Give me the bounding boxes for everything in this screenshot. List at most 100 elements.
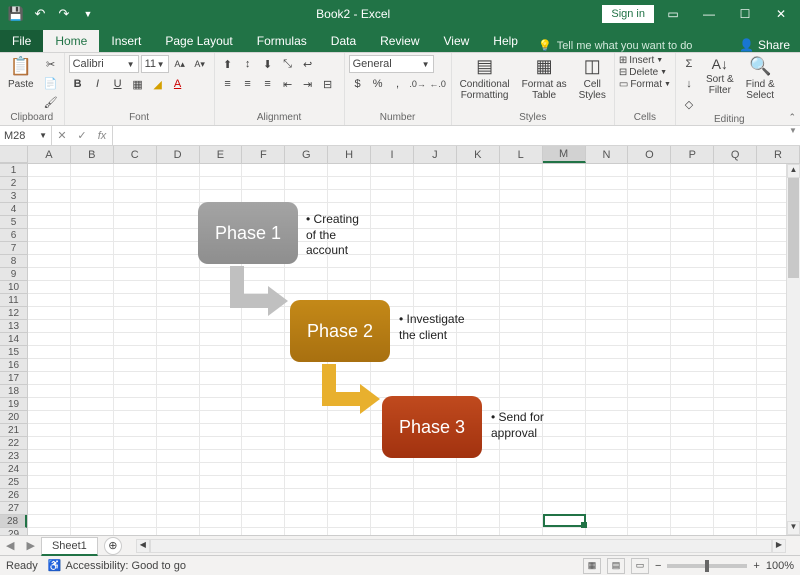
row-header[interactable]: 16 [0, 359, 27, 372]
row-header[interactable]: 22 [0, 437, 27, 450]
border-icon[interactable]: ▦ [129, 75, 147, 93]
align-middle-icon[interactable]: ↕ [239, 55, 257, 73]
row-header[interactable]: 7 [0, 242, 27, 255]
clear-icon[interactable]: ◇ [680, 95, 698, 113]
column-header[interactable]: R [757, 146, 800, 163]
scroll-left-icon[interactable]: ◀ [136, 539, 150, 553]
column-header[interactable]: H [328, 146, 371, 163]
tab-data[interactable]: Data [319, 30, 368, 52]
normal-view-icon[interactable]: ▦ [583, 558, 601, 574]
increase-decimal-icon[interactable]: .0→ [409, 75, 427, 93]
insert-cells-button[interactable]: ⊞Insert▼ [619, 55, 663, 66]
column-header[interactable]: Q [714, 146, 757, 163]
select-all-corner[interactable] [0, 146, 28, 163]
align-left-icon[interactable]: ≡ [219, 75, 237, 93]
row-header[interactable]: 21 [0, 424, 27, 437]
row-header[interactable]: 12 [0, 307, 27, 320]
add-sheet-button[interactable]: ⊕ [104, 537, 122, 555]
decrease-indent-icon[interactable]: ⇤ [279, 75, 297, 93]
increase-font-icon[interactable]: A▴ [171, 55, 189, 73]
signin-button[interactable]: Sign in [602, 5, 654, 23]
column-header[interactable]: C [114, 146, 157, 163]
scroll-up-icon[interactable]: ▲ [787, 164, 800, 178]
increase-indent-icon[interactable]: ⇥ [299, 75, 317, 93]
conditional-formatting-button[interactable]: ▤Conditional Formatting [456, 55, 514, 103]
name-box[interactable]: M28▼ [0, 126, 52, 145]
column-header[interactable]: E [200, 146, 243, 163]
ribbon-options-icon[interactable]: ▭ [656, 2, 690, 26]
format-cells-button[interactable]: ▭Format▼ [619, 79, 671, 90]
cell-styles-button[interactable]: ◫Cell Styles [575, 55, 610, 103]
row-header[interactable]: 2 [0, 177, 27, 190]
page-break-view-icon[interactable]: ▭ [631, 558, 649, 574]
wrap-text-icon[interactable]: ↩ [299, 55, 317, 73]
row-header[interactable]: 9 [0, 268, 27, 281]
undo-icon[interactable]: ↶ [30, 4, 50, 24]
underline-button[interactable]: U [109, 75, 127, 93]
row-header[interactable]: 8 [0, 255, 27, 268]
italic-button[interactable]: I [89, 75, 107, 93]
scroll-down-icon[interactable]: ▼ [787, 521, 800, 535]
minimize-icon[interactable]: — [692, 2, 726, 26]
horizontal-scrollbar[interactable]: ◀ ▶ [136, 539, 786, 553]
fill-icon[interactable]: ↓ [680, 75, 698, 93]
sort-filter-button[interactable]: A↓Sort & Filter [702, 55, 738, 98]
row-header[interactable]: 17 [0, 372, 27, 385]
row-header[interactable]: 18 [0, 385, 27, 398]
column-header[interactable]: J [414, 146, 457, 163]
number-format-combo[interactable]: General▼ [349, 55, 434, 73]
row-header[interactable]: 15 [0, 346, 27, 359]
row-header[interactable]: 27 [0, 502, 27, 515]
row-header[interactable]: 13 [0, 320, 27, 333]
accessibility-status[interactable]: ♿ Accessibility: Good to go [48, 559, 186, 572]
align-top-icon[interactable]: ⬆ [219, 55, 237, 73]
currency-icon[interactable]: $ [349, 75, 367, 93]
share-button[interactable]: 👤 Share [729, 38, 800, 52]
decrease-font-icon[interactable]: A▾ [191, 55, 209, 73]
insert-function-icon[interactable]: fx [92, 130, 112, 142]
tab-help[interactable]: Help [481, 30, 530, 52]
column-header[interactable]: K [457, 146, 500, 163]
paste-button[interactable]: 📋 Paste [4, 55, 38, 92]
tab-view[interactable]: View [432, 30, 482, 52]
scroll-thumb[interactable] [788, 178, 799, 278]
phase2-bullet[interactable]: Investigate the client [399, 312, 469, 343]
column-header[interactable]: F [242, 146, 285, 163]
maximize-icon[interactable]: ☐ [728, 2, 762, 26]
delete-cells-button[interactable]: ⊟Delete▼ [619, 67, 667, 78]
tab-home[interactable]: Home [43, 30, 99, 52]
row-header[interactable]: 14 [0, 333, 27, 346]
save-icon[interactable]: 💾 [6, 4, 26, 24]
phase1-bullet[interactable]: Creating of the account [306, 212, 366, 259]
phase1-box[interactable]: Phase 1 [198, 202, 298, 264]
find-select-button[interactable]: 🔍Find & Select [742, 55, 779, 103]
tab-insert[interactable]: Insert [99, 30, 153, 52]
vertical-scrollbar[interactable]: ▲ ▼ [786, 164, 800, 535]
sheet-tab[interactable]: Sheet1 [41, 537, 98, 556]
collapse-ribbon-icon[interactable]: ⌃ [788, 112, 796, 123]
row-header[interactable]: 3 [0, 190, 27, 203]
qat-customize-icon[interactable]: ▼ [78, 4, 98, 24]
column-header[interactable]: I [371, 146, 414, 163]
column-header[interactable]: O [628, 146, 671, 163]
orientation-icon[interactable]: ⤡ [279, 55, 297, 73]
row-header[interactable]: 11 [0, 294, 27, 307]
page-layout-view-icon[interactable]: ▤ [607, 558, 625, 574]
redo-icon[interactable]: ↷ [54, 4, 74, 24]
column-header[interactable]: B [71, 146, 114, 163]
autosum-icon[interactable]: Σ [680, 55, 698, 73]
tab-page-layout[interactable]: Page Layout [153, 30, 244, 52]
sheet-nav-next-icon[interactable]: ▶ [20, 539, 40, 552]
row-header[interactable]: 4 [0, 203, 27, 216]
phase3-box[interactable]: Phase 3 [382, 396, 482, 458]
font-color-icon[interactable]: A [169, 75, 187, 93]
column-header[interactable]: D [157, 146, 200, 163]
formula-input[interactable] [113, 126, 786, 145]
scroll-right-icon[interactable]: ▶ [772, 539, 786, 553]
expand-formula-icon[interactable]: ▼ [786, 126, 800, 145]
tell-me-search[interactable]: 💡 Tell me what you want to do [538, 39, 692, 52]
enter-formula-icon[interactable]: ✓ [72, 129, 92, 142]
row-header[interactable]: 26 [0, 489, 27, 502]
column-header[interactable]: G [285, 146, 328, 163]
sheet-nav-prev-icon[interactable]: ◀ [0, 539, 20, 552]
